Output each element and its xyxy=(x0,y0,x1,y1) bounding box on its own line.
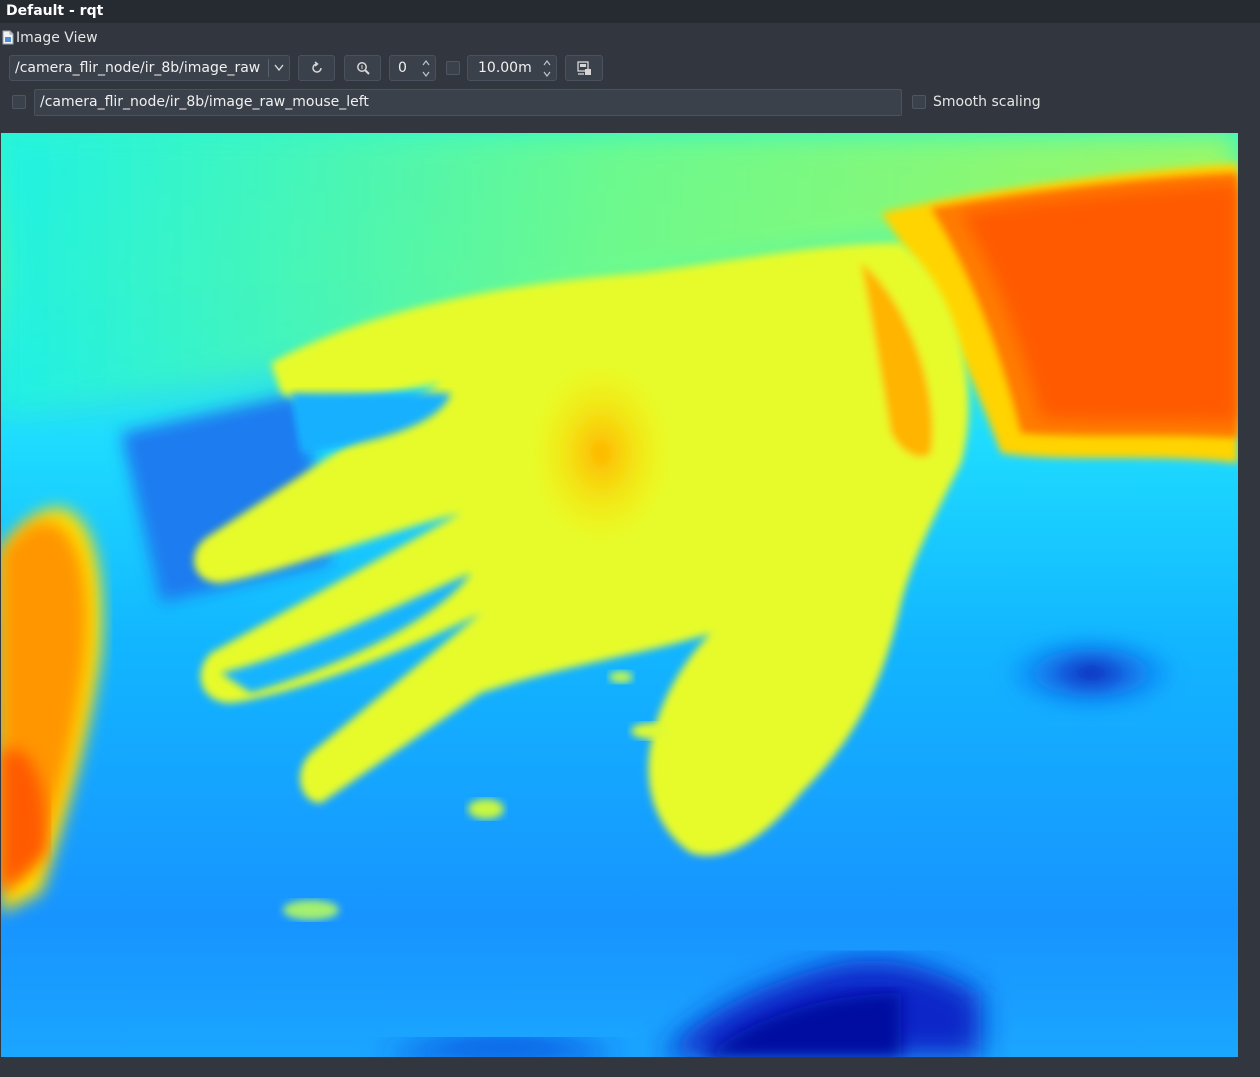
save-image-icon xyxy=(577,61,591,75)
publish-mouse-checkbox[interactable] xyxy=(12,95,26,109)
max-range-value: 10.00m xyxy=(478,60,532,76)
plugin-title: Image View xyxy=(16,30,98,46)
refresh-icon xyxy=(311,61,322,73)
chevron-down-icon[interactable] xyxy=(421,71,431,77)
chevron-down-icon[interactable] xyxy=(542,71,552,77)
mouse-topic-input[interactable]: /camera_flir_node/ir_8b/image_raw_mouse_… xyxy=(34,89,902,116)
save-image-button[interactable] xyxy=(565,55,603,81)
rotation-value: 0 xyxy=(398,60,407,76)
zoom-button[interactable] xyxy=(344,55,381,81)
smooth-scaling-checkbox[interactable] xyxy=(912,95,926,109)
chevron-up-icon[interactable] xyxy=(421,60,431,66)
max-range-spinbox[interactable]: 10.00m xyxy=(467,55,557,81)
mouse-topic-value: /camera_flir_node/ir_8b/image_raw_mouse_… xyxy=(40,94,369,110)
topic-select[interactable]: /camera_flir_node/ir_8b/image_raw xyxy=(9,55,290,81)
zoom-icon xyxy=(356,62,370,75)
refresh-button[interactable] xyxy=(298,55,335,81)
thermal-image xyxy=(1,133,1238,1057)
chevron-down-icon xyxy=(274,64,284,72)
window-title: Default - rqt xyxy=(0,0,1260,23)
smooth-scaling-label: Smooth scaling xyxy=(933,94,1041,110)
document-icon xyxy=(2,30,14,45)
combo-separator xyxy=(268,59,269,77)
thermal-image-view[interactable] xyxy=(1,133,1238,1057)
dynamic-range-checkbox[interactable] xyxy=(446,61,460,75)
rotation-spinbox[interactable]: 0 xyxy=(389,55,436,81)
chevron-up-icon[interactable] xyxy=(542,60,552,66)
topic-select-value: /camera_flir_node/ir_8b/image_raw xyxy=(15,60,261,76)
plugin-header: Image View xyxy=(0,27,300,49)
